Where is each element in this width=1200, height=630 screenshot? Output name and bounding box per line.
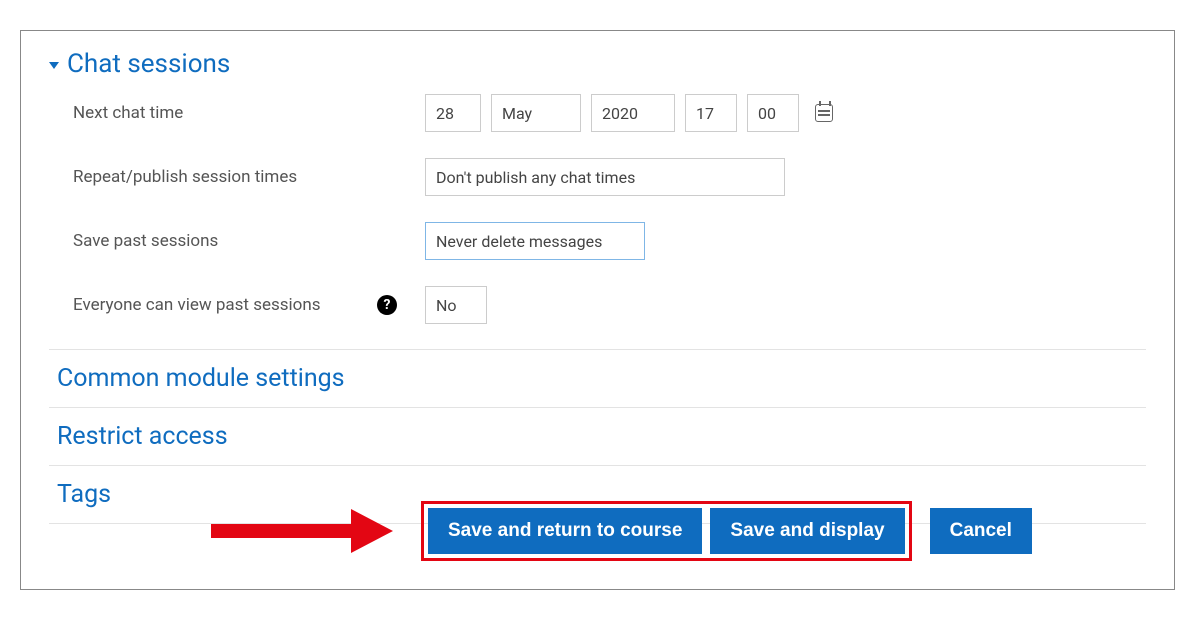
label-save-past: Save past sessions (73, 231, 425, 251)
label-everyone-view: Everyone can view past sessions ? (73, 295, 425, 315)
everyone-view-select[interactable]: No (425, 286, 487, 324)
divider (49, 349, 1146, 350)
save-and-return-button[interactable]: Save and return to course (428, 508, 702, 554)
chat-sessions-header[interactable]: Chat sessions (49, 49, 1146, 79)
repeat-select[interactable]: Don't publish any chat times (425, 158, 785, 196)
minute-select[interactable]: 00 (747, 94, 799, 132)
calendar-icon[interactable] (815, 104, 833, 122)
row-save-past: Save past sessions Never delete messages (73, 221, 1146, 261)
label-everyone-view-text: Everyone can view past sessions (73, 295, 321, 315)
save-past-select[interactable]: Never delete messages (425, 222, 645, 260)
annotation-highlight-box: Save and return to course Save and displ… (421, 501, 912, 561)
month-select[interactable]: May (491, 94, 581, 132)
chat-sessions-title: Chat sessions (67, 49, 230, 79)
common-module-settings-header[interactable]: Common module settings (57, 364, 1146, 393)
label-next-chat-time: Next chat time (73, 103, 425, 123)
help-icon[interactable]: ? (377, 295, 397, 315)
divider (49, 407, 1146, 408)
hour-select[interactable]: 17 (685, 94, 737, 132)
label-repeat: Repeat/publish session times (73, 167, 425, 187)
row-next-chat-time: Next chat time 28 May 2020 17 00 (73, 93, 1146, 133)
caret-down-icon (49, 62, 59, 69)
settings-panel: Chat sessions Next chat time 28 May 2020… (20, 30, 1175, 590)
datetime-group: 28 May 2020 17 00 (425, 94, 833, 132)
year-select[interactable]: 2020 (591, 94, 675, 132)
day-select[interactable]: 28 (425, 94, 481, 132)
divider (49, 465, 1146, 466)
save-and-display-button[interactable]: Save and display (710, 508, 904, 554)
cancel-button[interactable]: Cancel (930, 508, 1032, 554)
restrict-access-header[interactable]: Restrict access (57, 422, 1146, 451)
row-everyone-view: Everyone can view past sessions ? No (73, 285, 1146, 325)
row-repeat: Repeat/publish session times Don't publi… (73, 157, 1146, 197)
annotation-arrow-icon (211, 509, 393, 553)
footer-buttons: Save and return to course Save and displ… (61, 501, 1146, 561)
